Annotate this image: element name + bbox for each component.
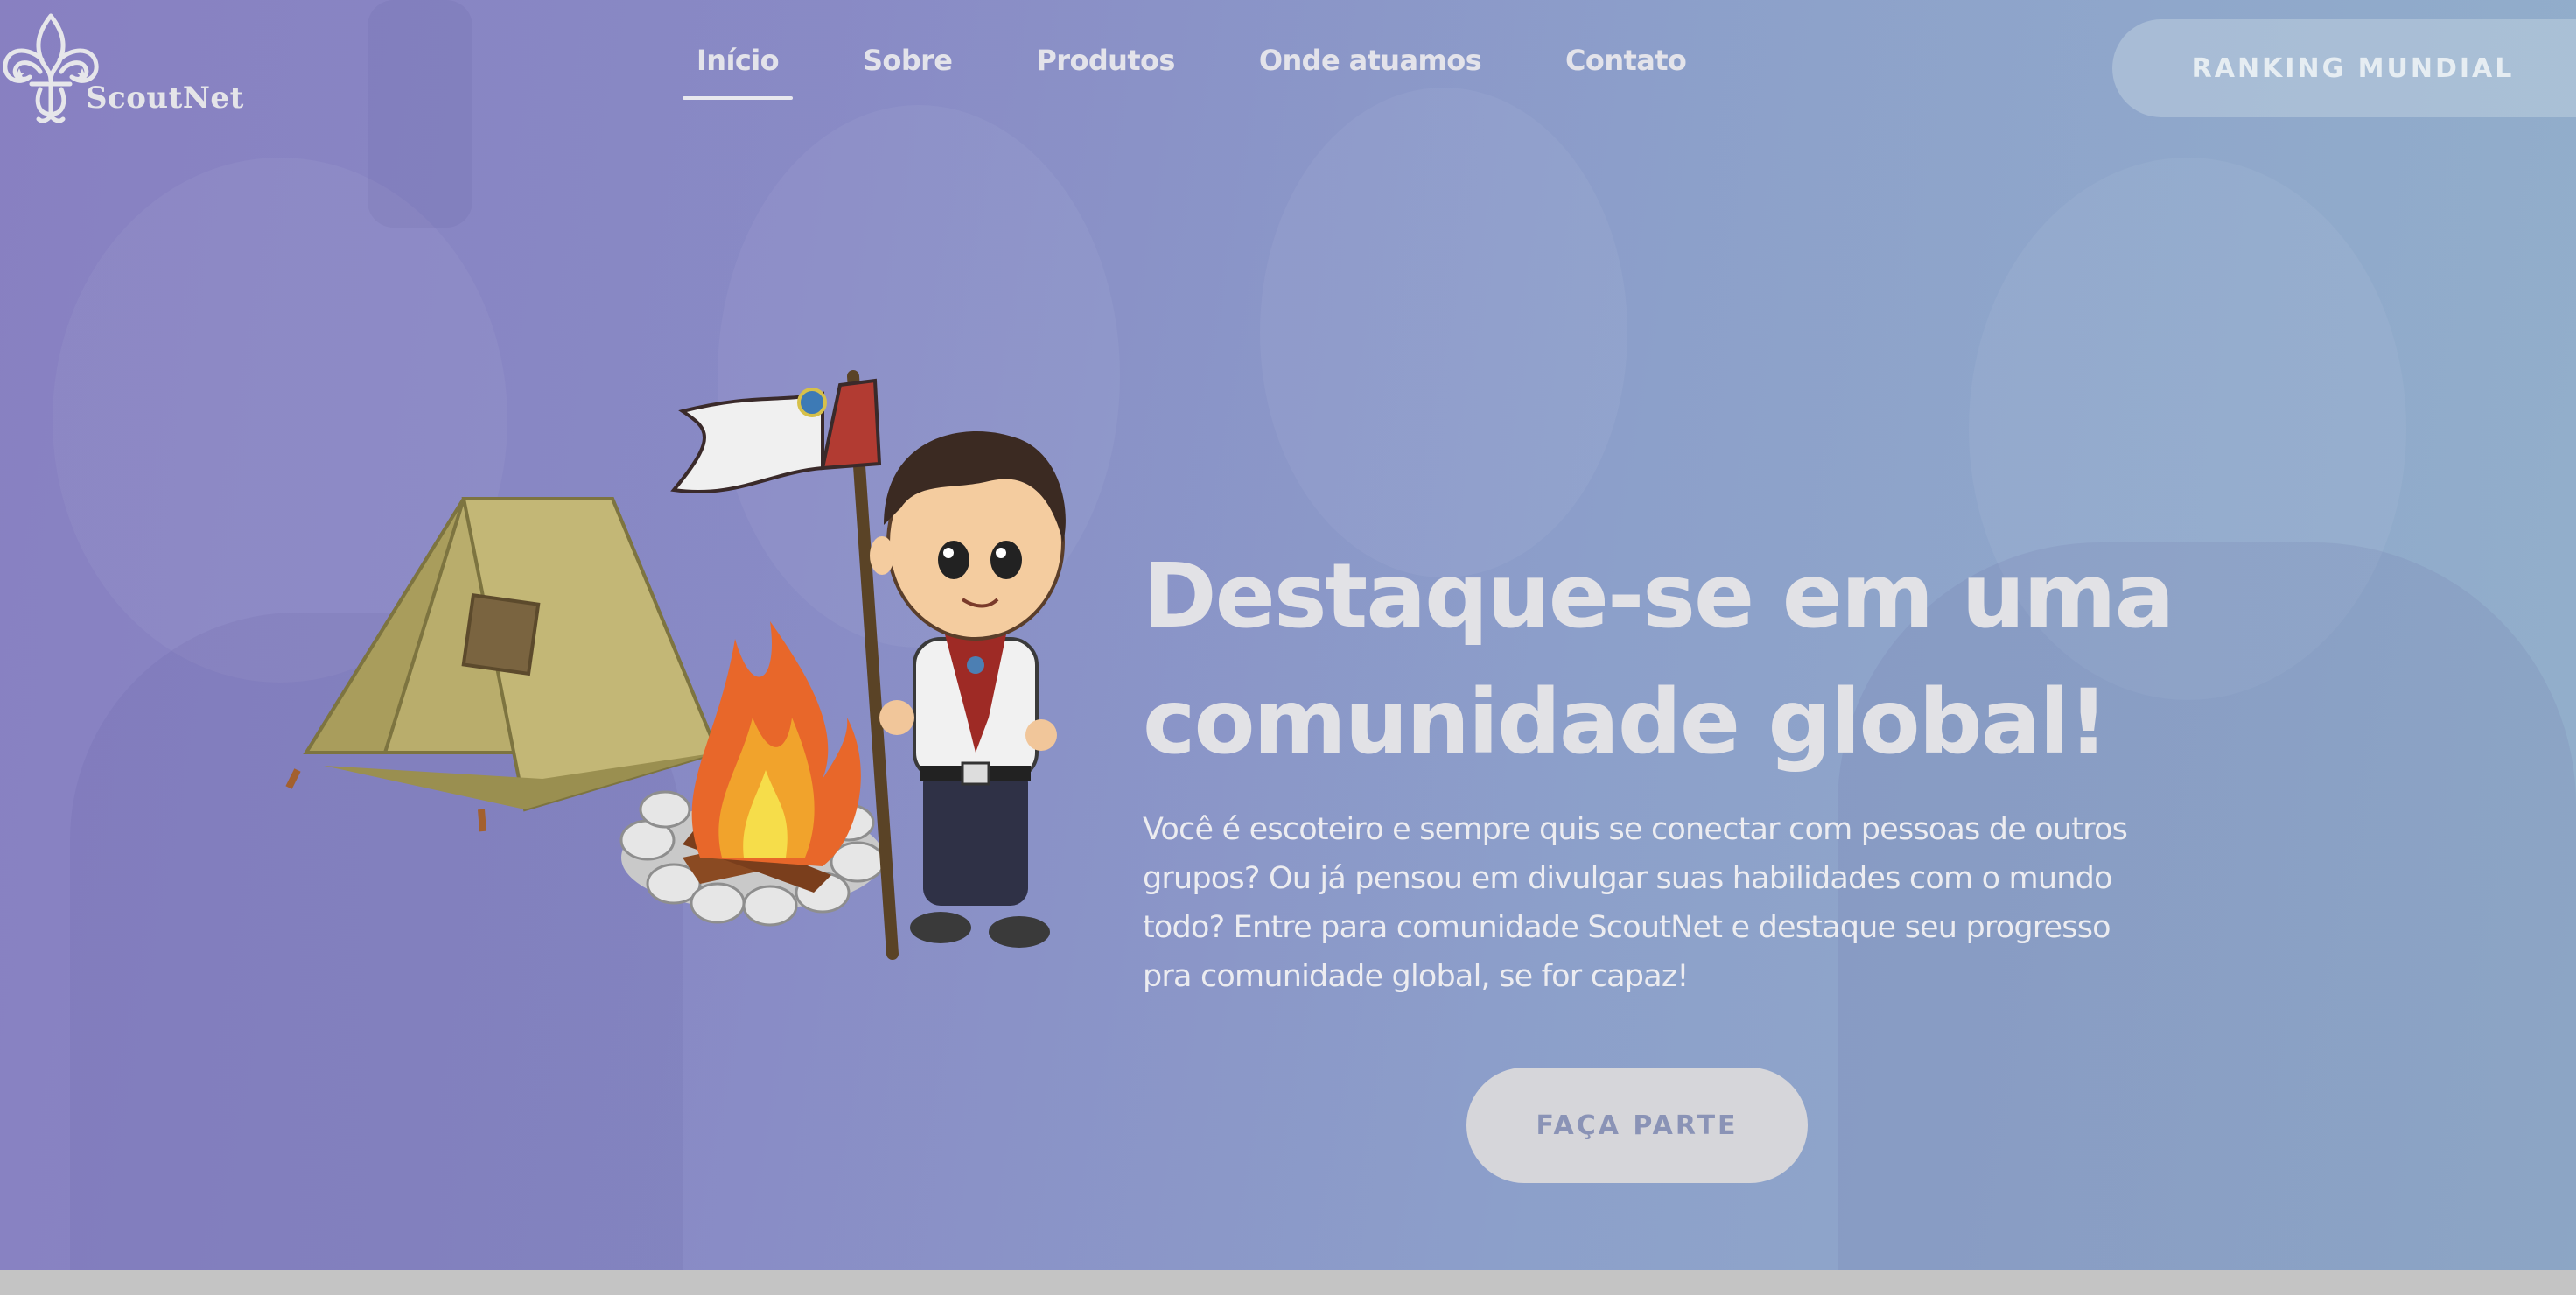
- nav-item-onde-atuamos[interactable]: Onde atuamos: [1259, 44, 1482, 100]
- nav-item-contato[interactable]: Contato: [1565, 44, 1687, 100]
- scout-camp-illustration: [285, 370, 1066, 960]
- faca-parte-button[interactable]: FAÇA PARTE: [1466, 1068, 1808, 1183]
- hero-headline-line2: comunidade global!: [1143, 670, 2109, 774]
- nav-item-inicio[interactable]: Início: [682, 44, 793, 100]
- brand-name: ScoutNet: [86, 80, 244, 116]
- ranking-mundial-button[interactable]: RANKING MUNDIAL: [2112, 19, 2576, 117]
- hero-headline: Destaque-se em uma comunidade global!: [1143, 534, 2280, 786]
- brand-logo[interactable]: ScoutNet: [0, 10, 245, 124]
- main-nav: Início Sobre Produtos Onde atuamos Conta…: [674, 44, 1728, 114]
- tent-icon: [285, 497, 720, 832]
- nav-item-sobre[interactable]: Sobre: [863, 44, 953, 100]
- nav-item-produtos[interactable]: Produtos: [1036, 44, 1175, 100]
- page: ScoutNet Início Sobre Produtos Onde atua…: [0, 0, 2576, 1295]
- hero-description: Você é escoteiro e sempre quis se conect…: [1143, 812, 2128, 994]
- page-bottom-strip: [0, 1270, 2576, 1295]
- scout-boy-icon: [870, 431, 1066, 948]
- hero-section: ScoutNet Início Sobre Produtos Onde atua…: [0, 0, 2576, 1270]
- hero-headline-line1: Destaque-se em uma: [1143, 544, 2174, 648]
